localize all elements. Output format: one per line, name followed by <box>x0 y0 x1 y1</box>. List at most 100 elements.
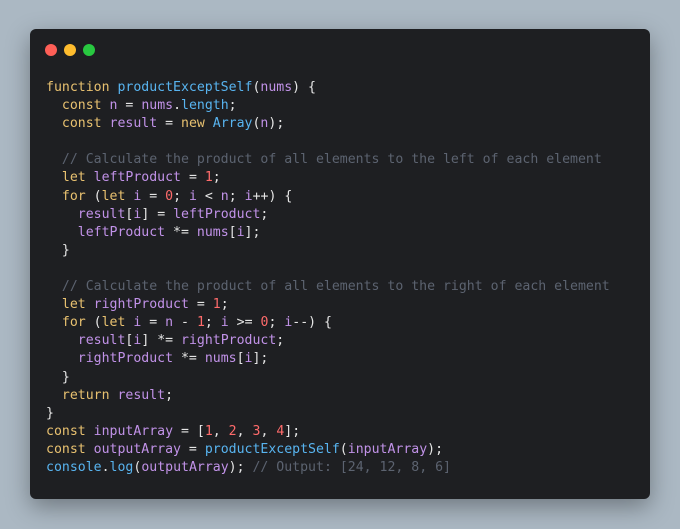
code-token: leftProduct <box>93 170 181 186</box>
code-token: ]; <box>252 351 269 367</box>
code-token: let <box>61 170 94 186</box>
code-token: ; <box>228 98 237 114</box>
code-token: ); <box>228 459 253 475</box>
code-token: 0 <box>165 188 174 204</box>
code-token: outputArray <box>93 441 181 457</box>
code-line: const result = new Array(n); <box>46 115 610 133</box>
code-token: 2 <box>228 423 237 439</box>
code-token: Array <box>212 116 253 132</box>
code-token: 1 <box>204 423 213 439</box>
code-token: [ <box>228 224 237 240</box>
code-line: let rightProduct = 1; <box>46 296 610 314</box>
code-token: 1 <box>196 315 205 331</box>
code-line: for (let i = 0; i < n; i++) { <box>46 188 610 206</box>
code-token: ); <box>268 116 285 132</box>
code-token: n <box>220 188 229 204</box>
code-token: result <box>77 206 126 222</box>
code-line: } <box>46 405 610 423</box>
code-token: } <box>46 405 54 421</box>
code-token: inputArray <box>93 423 174 439</box>
code-token: [ <box>236 351 245 367</box>
code-token: for <box>61 188 94 204</box>
code-token: inputArray <box>347 441 428 457</box>
code-token: ( <box>93 315 102 331</box>
code-token: , <box>236 423 253 439</box>
code-line: for (let i = n - 1; i >= 0; i--) { <box>46 314 610 332</box>
code-token: i <box>189 188 197 204</box>
code-token: ; <box>228 188 245 204</box>
code-block: function productExceptSelf(nums) { const… <box>46 79 610 477</box>
code-token: rightProduct <box>181 333 277 349</box>
code-token: = <box>141 315 166 331</box>
code-token: productExceptSelf <box>204 441 340 457</box>
code-token: ]; <box>244 224 261 240</box>
code-token: console <box>46 459 102 475</box>
close-dot-icon[interactable] <box>45 44 57 56</box>
minimize-dot-icon[interactable] <box>64 44 76 56</box>
code-token: // Output: [24, 12, 8, 6] <box>252 459 451 475</box>
code-token: // Calculate the product of all elements… <box>61 279 610 295</box>
code-line: console.log(outputArray); // Output: [24… <box>46 459 610 477</box>
code-token: n <box>165 315 174 331</box>
code-token: i <box>244 188 253 204</box>
code-line: leftProduct *= nums[i]; <box>46 224 610 242</box>
code-token: new <box>181 116 213 132</box>
code-token: rightProduct <box>77 351 174 367</box>
code-token: result <box>109 116 158 132</box>
code-token: result <box>77 333 126 349</box>
code-token: = <box>180 441 205 457</box>
code-token: length <box>181 98 229 114</box>
code-line: } <box>46 369 610 387</box>
code-token: *= <box>173 351 205 367</box>
code-token: = <box>117 98 142 114</box>
code-token: ) { <box>292 80 316 95</box>
code-token: let <box>101 315 134 331</box>
code-token: ++) { <box>252 188 293 204</box>
code-token: const <box>46 423 94 439</box>
code-token: , <box>260 423 277 439</box>
code-token: ; <box>204 315 221 331</box>
code-token: } <box>46 369 70 385</box>
code-line: // Calculate the product of all elements… <box>46 151 610 169</box>
code-token: ( <box>339 441 348 457</box>
code-token: leftProduct <box>77 224 166 240</box>
code-token: . <box>173 98 182 114</box>
maximize-dot-icon[interactable] <box>83 44 95 56</box>
code-token: >= <box>228 315 261 331</box>
code-token: ); <box>427 441 444 457</box>
code-token: function <box>46 80 118 95</box>
code-line: } <box>46 242 610 260</box>
code-token: ; <box>276 333 285 349</box>
code-token: ( <box>93 188 102 204</box>
code-token: ; <box>260 206 269 222</box>
code-token: ]; <box>284 423 301 439</box>
code-token: ; <box>165 387 174 403</box>
code-token: 1 <box>204 170 213 186</box>
code-token: nums <box>204 351 237 367</box>
code-line: let leftProduct = 1; <box>46 169 610 187</box>
code-token: } <box>46 242 70 258</box>
code-line: function productExceptSelf(nums) { <box>46 79 610 97</box>
code-token: rightProduct <box>93 297 189 313</box>
code-token: = <box>141 188 166 204</box>
code-token: *= <box>165 224 197 240</box>
code-token: for <box>61 315 94 331</box>
code-token: ] *= <box>141 333 182 349</box>
code-token: result <box>117 387 166 403</box>
code-token: ; <box>268 315 285 331</box>
code-token: let <box>101 188 134 204</box>
code-token: < <box>196 188 221 204</box>
code-token: ; <box>220 297 229 313</box>
